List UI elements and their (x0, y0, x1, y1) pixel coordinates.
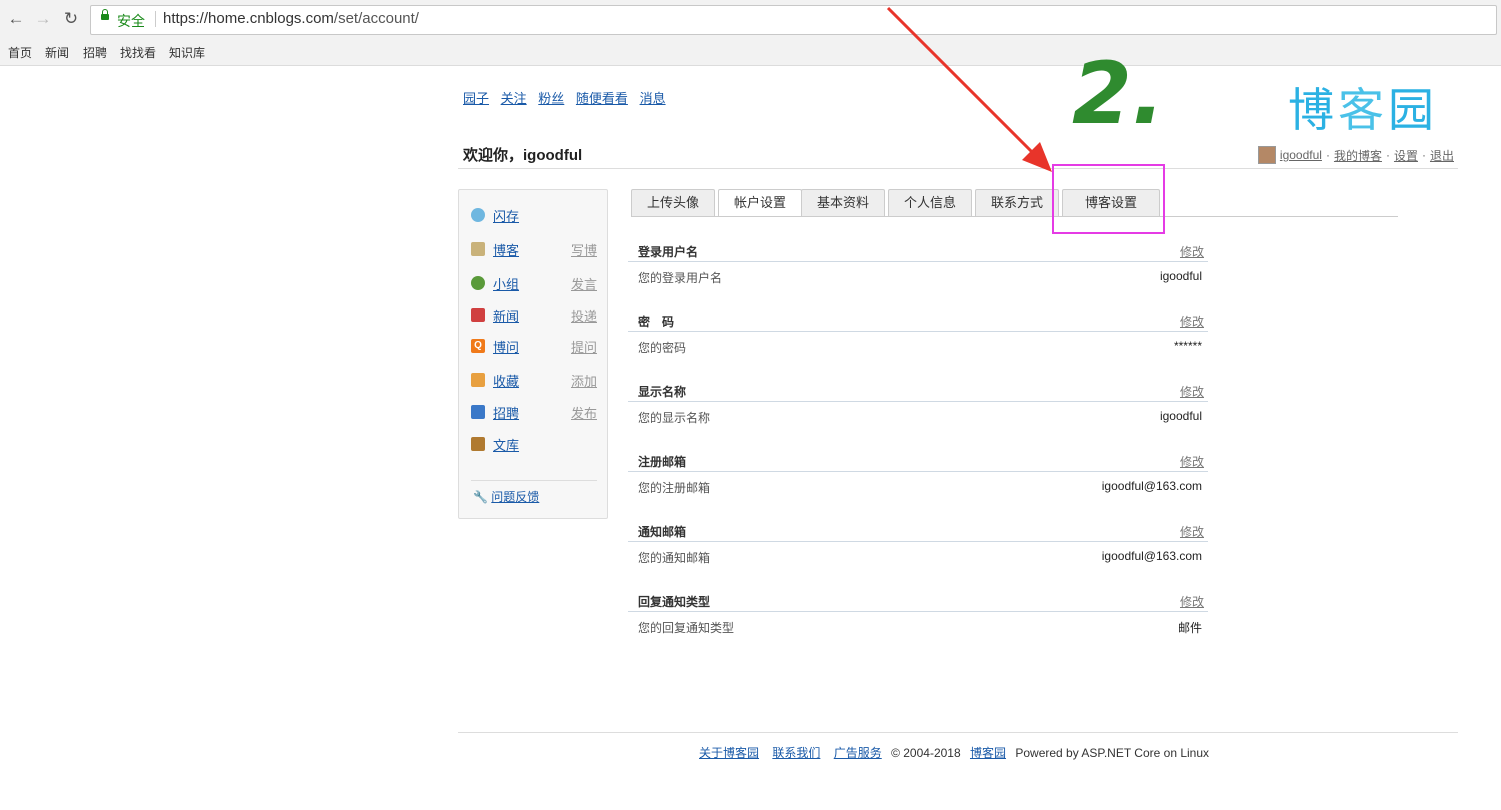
annotation-arrow-icon (886, 6, 1052, 172)
